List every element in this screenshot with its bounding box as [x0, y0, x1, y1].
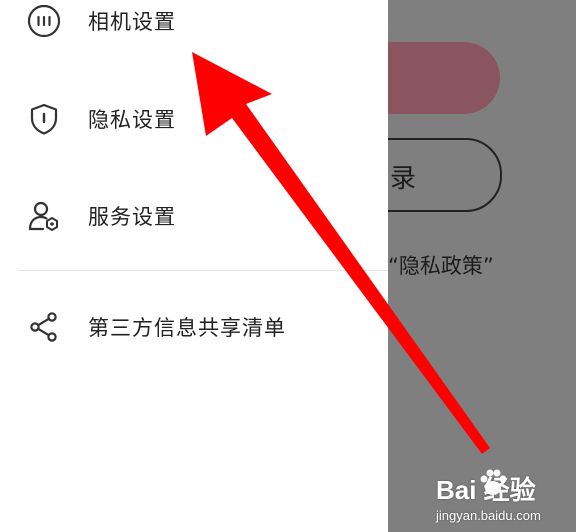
- menu-item-label: 相机设置: [88, 10, 176, 34]
- user-gear-icon: [28, 201, 58, 231]
- camera-settings-icon: [27, 4, 61, 38]
- shield-icon: [30, 103, 58, 135]
- menu-item-third-party-sharing-list[interactable]: 第三方信息共享清单: [0, 297, 388, 357]
- watermark: Bai 经验 jingyan.baidu.com: [436, 462, 576, 532]
- menu-item-privacy-settings[interactable]: 隐私设置: [0, 89, 388, 149]
- menu-item-label: 第三方信息共享清单: [88, 316, 286, 340]
- watermark-url: jingyan.baidu.com: [436, 508, 541, 523]
- background-privacy-policy-text: “隐私政策”: [388, 254, 494, 278]
- side-drawer: 相机设置 隐私设置 服务设置 第三方信息共享清单: [0, 0, 388, 532]
- menu-divider: [18, 270, 388, 271]
- menu-item-label: 服务设置: [88, 205, 176, 229]
- share-icon: [30, 312, 57, 342]
- background-login-button-label: 录: [390, 164, 417, 194]
- menu-item-service-settings[interactable]: 服务设置: [0, 186, 388, 246]
- paw-logo-icon: [480, 469, 507, 495]
- menu-item-camera-settings[interactable]: 相机设置: [0, 0, 388, 51]
- menu-item-label: 隐私设置: [88, 108, 176, 132]
